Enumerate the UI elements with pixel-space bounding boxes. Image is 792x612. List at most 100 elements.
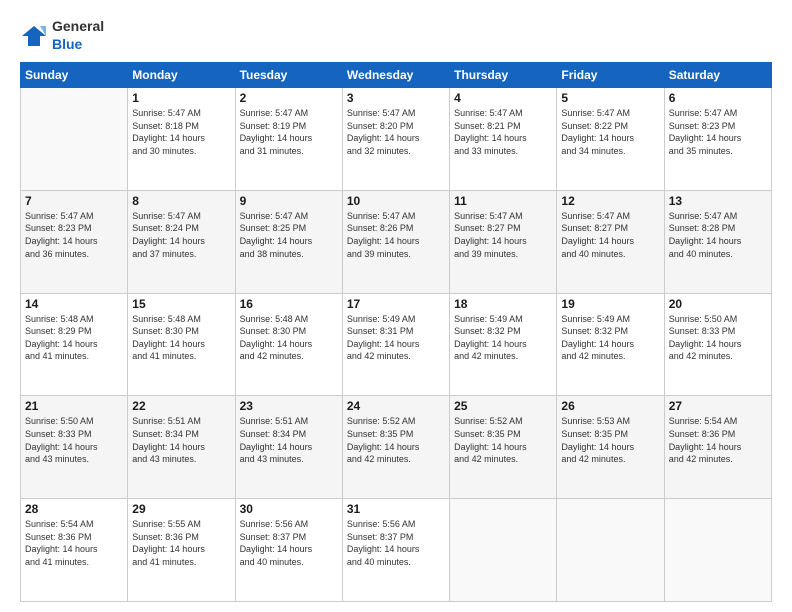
day-info: Sunrise: 5:55 AM Sunset: 8:36 PM Dayligh… [132,518,230,568]
day-number: 25 [454,399,552,413]
day-info: Sunrise: 5:50 AM Sunset: 8:33 PM Dayligh… [669,313,767,363]
day-number: 24 [347,399,445,413]
logo-bird-icon [20,22,48,50]
calendar-day-cell: 29 Sunrise: 5:55 AM Sunset: 8:36 PM Dayli… [128,499,235,602]
day-info: Sunrise: 5:48 AM Sunset: 8:29 PM Dayligh… [25,313,123,363]
day-number: 9 [240,194,338,208]
day-number: 31 [347,502,445,516]
day-number: 15 [132,297,230,311]
day-info: Sunrise: 5:56 AM Sunset: 8:37 PM Dayligh… [347,518,445,568]
day-number: 16 [240,297,338,311]
calendar-day-cell: 18 Sunrise: 5:49 AM Sunset: 8:32 PM Dayli… [450,293,557,396]
calendar-day-cell [450,499,557,602]
calendar-day-cell: 6Sunrise: 5:47 AM Sunset: 8:23 PM Daylig… [664,88,771,191]
calendar-day-cell: 16 Sunrise: 5:48 AM Sunset: 8:30 PM Dayli… [235,293,342,396]
calendar-day-cell: 24 Sunrise: 5:52 AM Sunset: 8:35 PM Dayli… [342,396,449,499]
day-info: Sunrise: 5:48 AM Sunset: 8:30 PM Dayligh… [240,313,338,363]
day-number: 14 [25,297,123,311]
day-info: Sunrise: 5:54 AM Sunset: 8:36 PM Dayligh… [25,518,123,568]
calendar-day-cell: 26 Sunrise: 5:53 AM Sunset: 8:35 PM Dayli… [557,396,664,499]
calendar-day-cell: 12Sunrise: 5:47 AM Sunset: 8:27 PM Dayli… [557,190,664,293]
day-info: Sunrise: 5:52 AM Sunset: 8:35 PM Dayligh… [454,415,552,465]
calendar-day-cell: 15 Sunrise: 5:48 AM Sunset: 8:30 PM Dayli… [128,293,235,396]
calendar-day-cell: 23 Sunrise: 5:51 AM Sunset: 8:34 PM Dayli… [235,396,342,499]
day-info: Sunrise: 5:56 AM Sunset: 8:37 PM Dayligh… [240,518,338,568]
day-info: Sunrise: 5:47 AM Sunset: 8:23 PM Dayligh… [25,210,123,260]
day-info: Sunrise: 5:52 AM Sunset: 8:35 PM Dayligh… [347,415,445,465]
day-number: 27 [669,399,767,413]
weekday-header-row: SundayMondayTuesdayWednesdayThursdayFrid… [21,63,772,88]
weekday-header-thursday: Thursday [450,63,557,88]
calendar-day-cell: 27 Sunrise: 5:54 AM Sunset: 8:36 PM Dayli… [664,396,771,499]
day-number: 8 [132,194,230,208]
calendar-day-cell: 31 Sunrise: 5:56 AM Sunset: 8:37 PM Dayli… [342,499,449,602]
day-info: Sunrise: 5:49 AM Sunset: 8:32 PM Dayligh… [454,313,552,363]
day-number: 2 [240,91,338,105]
day-number: 7 [25,194,123,208]
day-number: 11 [454,194,552,208]
calendar-day-cell [557,499,664,602]
day-info: Sunrise: 5:48 AM Sunset: 8:30 PM Dayligh… [132,313,230,363]
calendar-week-row: 21 Sunrise: 5:50 AM Sunset: 8:33 PM Dayli… [21,396,772,499]
calendar-day-cell: 19 Sunrise: 5:49 AM Sunset: 8:32 PM Dayli… [557,293,664,396]
calendar-day-cell: 3 Sunrise: 5:47 AM Sunset: 8:20 PM Daylig… [342,88,449,191]
calendar-week-row: 1 Sunrise: 5:47 AM Sunset: 8:18 PM Daylig… [21,88,772,191]
day-number: 1 [132,91,230,105]
calendar-week-row: 7 Sunrise: 5:47 AM Sunset: 8:23 PM Daylig… [21,190,772,293]
day-info: Sunrise: 5:47 AM Sunset: 8:27 PM Dayligh… [454,210,552,260]
calendar-day-cell [21,88,128,191]
day-info: Sunrise: 5:47 AM Sunset: 8:21 PM Dayligh… [454,107,552,157]
day-number: 23 [240,399,338,413]
calendar-day-cell: 8 Sunrise: 5:47 AM Sunset: 8:24 PM Daylig… [128,190,235,293]
logo: GeneralBlue General Blue [20,18,108,54]
calendar-day-cell: 2 Sunrise: 5:47 AM Sunset: 8:19 PM Daylig… [235,88,342,191]
day-info: Sunrise: 5:49 AM Sunset: 8:31 PM Dayligh… [347,313,445,363]
calendar-week-row: 14 Sunrise: 5:48 AM Sunset: 8:29 PM Dayli… [21,293,772,396]
day-info: Sunrise: 5:51 AM Sunset: 8:34 PM Dayligh… [240,415,338,465]
page: GeneralBlue General Blue SundayMondayTue… [0,0,792,612]
calendar-day-cell: 14 Sunrise: 5:48 AM Sunset: 8:29 PM Dayli… [21,293,128,396]
day-number: 29 [132,502,230,516]
calendar-day-cell: 1 Sunrise: 5:47 AM Sunset: 8:18 PM Daylig… [128,88,235,191]
calendar-day-cell: 17 Sunrise: 5:49 AM Sunset: 8:31 PM Dayli… [342,293,449,396]
day-number: 10 [347,194,445,208]
day-info: Sunrise: 5:47 AM Sunset: 8:19 PM Dayligh… [240,107,338,157]
day-info: Sunrise: 5:47 AM Sunset: 8:25 PM Dayligh… [240,210,338,260]
calendar-day-cell: 28Sunrise: 5:54 AM Sunset: 8:36 PM Dayli… [21,499,128,602]
day-number: 13 [669,194,767,208]
day-number: 17 [347,297,445,311]
weekday-header-wednesday: Wednesday [342,63,449,88]
day-info: Sunrise: 5:54 AM Sunset: 8:36 PM Dayligh… [669,415,767,465]
day-number: 6 [669,91,767,105]
day-info: Sunrise: 5:51 AM Sunset: 8:34 PM Dayligh… [132,415,230,465]
calendar-day-cell: 7 Sunrise: 5:47 AM Sunset: 8:23 PM Daylig… [21,190,128,293]
calendar-day-cell: 13 Sunrise: 5:47 AM Sunset: 8:28 PM Dayli… [664,190,771,293]
day-number: 12 [561,194,659,208]
calendar-day-cell: 22Sunrise: 5:51 AM Sunset: 8:34 PM Dayli… [128,396,235,499]
day-info: Sunrise: 5:47 AM Sunset: 8:18 PM Dayligh… [132,107,230,157]
day-number: 21 [25,399,123,413]
day-info: Sunrise: 5:47 AM Sunset: 8:28 PM Dayligh… [669,210,767,260]
day-number: 18 [454,297,552,311]
day-number: 4 [454,91,552,105]
day-number: 26 [561,399,659,413]
day-info: Sunrise: 5:47 AM Sunset: 8:20 PM Dayligh… [347,107,445,157]
calendar-day-cell: 10 Sunrise: 5:47 AM Sunset: 8:26 PM Dayli… [342,190,449,293]
calendar-day-cell: 9 Sunrise: 5:47 AM Sunset: 8:25 PM Daylig… [235,190,342,293]
day-number: 3 [347,91,445,105]
day-info: Sunrise: 5:47 AM Sunset: 8:24 PM Dayligh… [132,210,230,260]
calendar-table: SundayMondayTuesdayWednesdayThursdayFrid… [20,62,772,602]
calendar-day-cell: 4 Sunrise: 5:47 AM Sunset: 8:21 PM Daylig… [450,88,557,191]
day-info: Sunrise: 5:53 AM Sunset: 8:35 PM Dayligh… [561,415,659,465]
day-number: 20 [669,297,767,311]
calendar-week-row: 28Sunrise: 5:54 AM Sunset: 8:36 PM Dayli… [21,499,772,602]
weekday-header-sunday: Sunday [21,63,128,88]
day-info: Sunrise: 5:47 AM Sunset: 8:26 PM Dayligh… [347,210,445,260]
day-number: 19 [561,297,659,311]
day-info: Sunrise: 5:50 AM Sunset: 8:33 PM Dayligh… [25,415,123,465]
calendar-day-cell: 11 Sunrise: 5:47 AM Sunset: 8:27 PM Dayli… [450,190,557,293]
calendar-day-cell: 5Sunrise: 5:47 AM Sunset: 8:22 PM Daylig… [557,88,664,191]
day-number: 5 [561,91,659,105]
day-info: Sunrise: 5:49 AM Sunset: 8:32 PM Dayligh… [561,313,659,363]
calendar-day-cell: 21 Sunrise: 5:50 AM Sunset: 8:33 PM Dayli… [21,396,128,499]
